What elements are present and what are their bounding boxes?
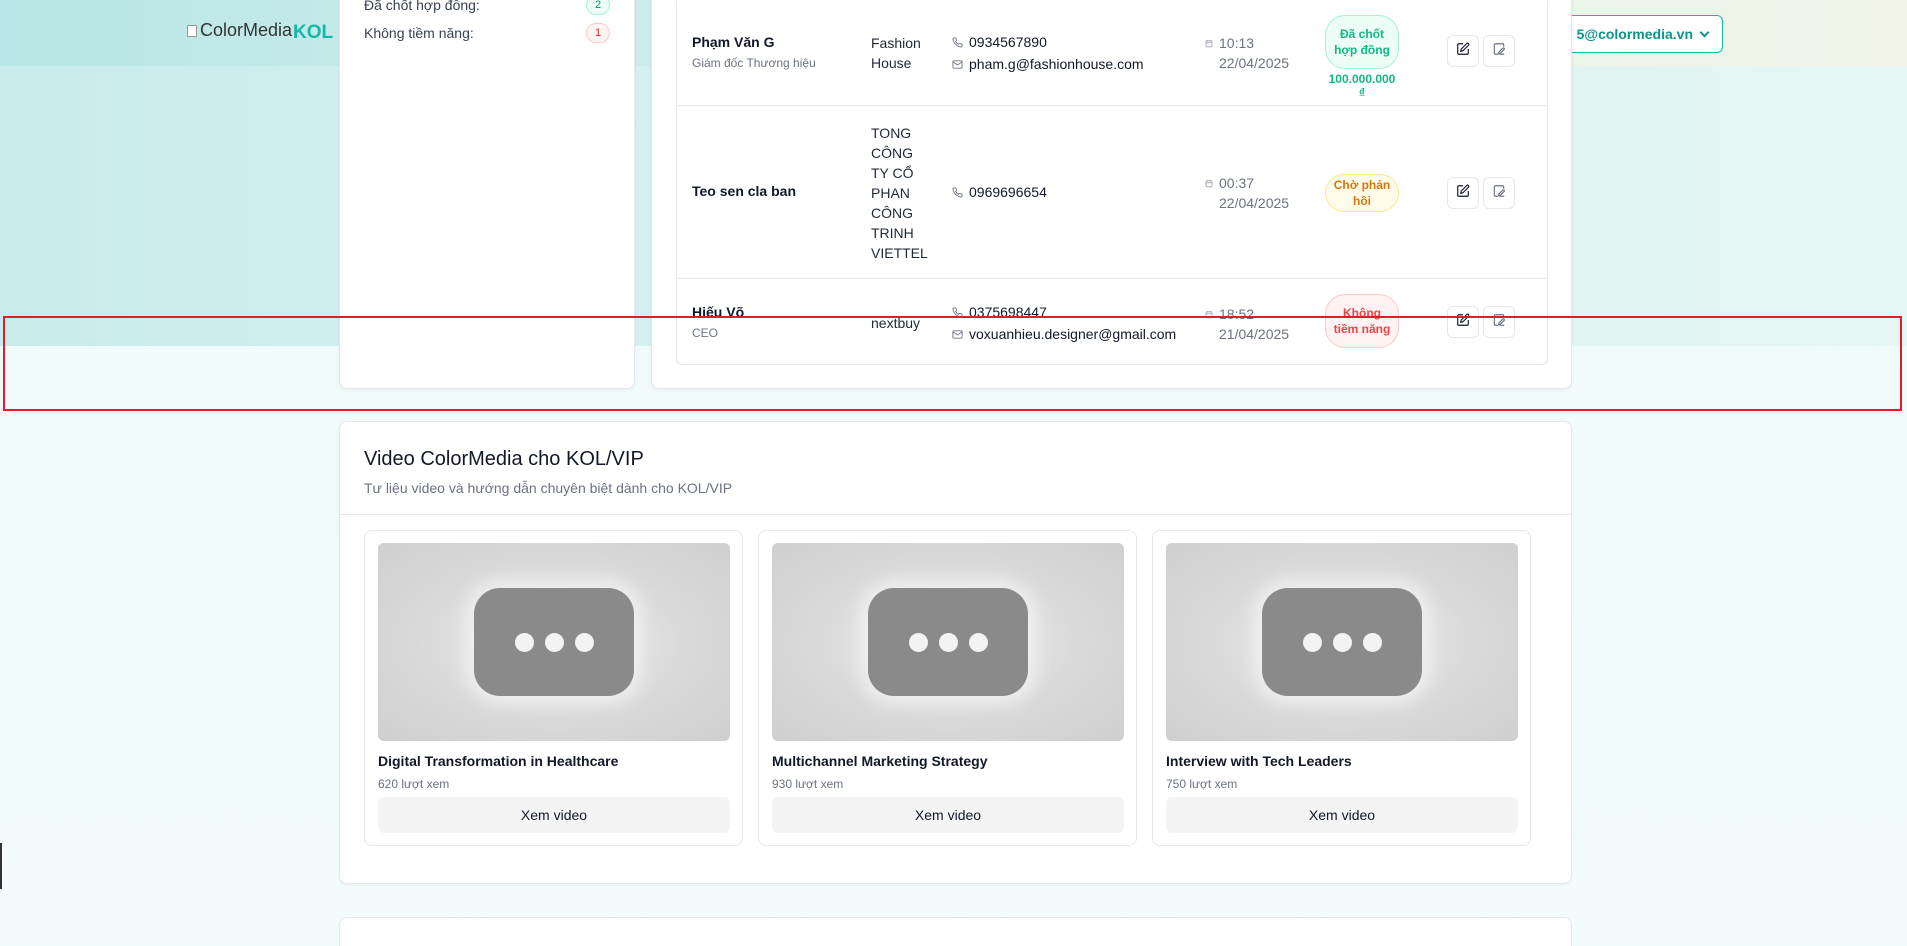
lead-email[interactable]: pham.g@fashionhouse.com — [952, 53, 1144, 75]
edit-button[interactable] — [1447, 35, 1479, 67]
calendar-icon — [1205, 39, 1213, 73]
table-row: Phạm Văn G Giám đốc Thương hiệu Fashion … — [677, 1, 1547, 106]
video-title: Digital Transformation in Healthcare — [378, 753, 619, 769]
summary-row-not-potential: Không tiềm năng: 1 — [364, 23, 610, 43]
note-icon — [1492, 42, 1506, 61]
next-section-card — [339, 917, 1572, 946]
edit-icon — [1456, 313, 1470, 332]
play-placeholder-icon — [1262, 588, 1422, 696]
watch-video-button[interactable]: Xem video — [772, 797, 1124, 833]
video-thumbnail[interactable] — [1166, 543, 1518, 741]
status-badge: Chờ phản hồi — [1325, 174, 1399, 212]
lead-updated-at: 00:37 22/04/2025 — [1205, 173, 1289, 213]
lead-company: Fashion House — [871, 35, 921, 71]
deal-amount: 100.000.000 ₫ — [1328, 72, 1396, 100]
phone-icon — [952, 36, 963, 48]
summary-label: Không tiềm năng: — [364, 25, 474, 41]
summary-row-contracted: Đã chốt hợp đồng: 2 — [364, 0, 610, 15]
table-row: Hiếu Võ CEO nextbuy 0375698447 voxuanhie… — [677, 279, 1547, 364]
calendar-icon — [1205, 179, 1213, 213]
calendar-icon — [1205, 310, 1213, 344]
lead-name[interactable]: Hiếu Võ — [692, 304, 744, 320]
section-title: Video ColorMedia cho KOL/VIP — [364, 448, 644, 470]
video-card: Interview with Tech Leaders 750 lượt xem… — [1152, 530, 1531, 846]
leads-table: Phạm Văn G Giám đốc Thương hiệu Fashion … — [676, 1, 1548, 365]
edit-icon — [1456, 42, 1470, 61]
edit-icon — [1456, 184, 1470, 203]
video-views: 930 lượt xem — [772, 777, 844, 791]
logo-alt-text: ColorMedia — [200, 20, 293, 40]
user-email: 5@colormedia.vn — [1576, 26, 1693, 42]
summary-label: Đã chốt hợp đồng: — [364, 0, 480, 13]
lead-company: TONG CÔNG TY CỔ PHAN CÔNG TRINH VIETTEL — [871, 125, 928, 261]
mail-icon — [952, 59, 963, 70]
lead-updated-at: 10:13 22/04/2025 — [1205, 33, 1289, 73]
edit-button[interactable] — [1447, 306, 1479, 338]
divider — [340, 514, 1571, 515]
note-icon — [1492, 313, 1506, 332]
lead-phone[interactable]: 0969696654 — [952, 181, 1047, 203]
watch-video-button[interactable]: Xem video — [378, 797, 730, 833]
play-placeholder-icon — [474, 588, 634, 696]
table-row: Teo sen cla ban TONG CÔNG TY CỔ PHAN CÔN… — [677, 106, 1547, 279]
lead-title: CEO — [692, 326, 719, 340]
video-title: Interview with Tech Leaders — [1166, 753, 1352, 769]
video-views: 750 lượt xem — [1166, 777, 1238, 791]
video-card: Multichannel Marketing Strategy 930 lượt… — [758, 530, 1137, 846]
note-button[interactable] — [1483, 306, 1515, 338]
user-menu-button[interactable]: 5@colormedia.vn — [1556, 15, 1723, 53]
video-thumbnail[interactable] — [378, 543, 730, 741]
lead-phone[interactable]: 0375698447 — [952, 301, 1176, 323]
summary-count: 1 — [586, 23, 610, 43]
note-button[interactable] — [1483, 35, 1515, 67]
note-button[interactable] — [1483, 177, 1515, 209]
summary-count: 2 — [586, 0, 610, 15]
lead-updated-at: 18:52 21/04/2025 — [1205, 304, 1289, 344]
logo[interactable]: ColorMedia — [187, 20, 292, 41]
video-section: Video ColorMedia cho KOL/VIP Tư liệu vid… — [339, 421, 1572, 884]
video-title: Multichannel Marketing Strategy — [772, 753, 988, 769]
phone-icon — [952, 186, 963, 198]
lead-title: Giám đốc Thương hiệu — [692, 56, 816, 70]
lead-summary-card: Đã chốt hợp đồng: 2 Không tiềm năng: 1 — [339, 0, 635, 389]
play-placeholder-icon — [868, 588, 1028, 696]
brand-title: KOL/VIP — [293, 22, 333, 43]
mail-icon — [952, 329, 963, 340]
chevron-down-icon — [1699, 27, 1710, 38]
edit-button[interactable] — [1447, 177, 1479, 209]
status-badge: Đã chốt hợp đồng — [1325, 15, 1399, 69]
watch-video-button[interactable]: Xem video — [1166, 797, 1518, 833]
note-icon — [1492, 184, 1506, 203]
scroll-edge — [0, 843, 2, 889]
lead-phone[interactable]: 0934567890 — [952, 31, 1144, 53]
lead-email[interactable]: voxuanhieu.designer@gmail.com — [952, 323, 1176, 345]
lead-name[interactable]: Phạm Văn G — [692, 34, 816, 50]
status-badge: Không tiềm năng — [1325, 294, 1399, 348]
leads-table-card: Phạm Văn G Giám đốc Thương hiệu Fashion … — [651, 0, 1572, 389]
lead-name[interactable]: Teo sen cla ban — [692, 183, 796, 199]
section-subtitle: Tư liệu video và hướng dẫn chuyên biệt d… — [364, 480, 733, 496]
broken-image-icon — [187, 24, 197, 37]
video-thumbnail[interactable] — [772, 543, 1124, 741]
phone-icon — [952, 306, 963, 318]
video-views: 620 lượt xem — [378, 777, 450, 791]
video-card: Digital Transformation in Healthcare 620… — [364, 530, 743, 846]
lead-company: nextbuy — [871, 315, 921, 331]
